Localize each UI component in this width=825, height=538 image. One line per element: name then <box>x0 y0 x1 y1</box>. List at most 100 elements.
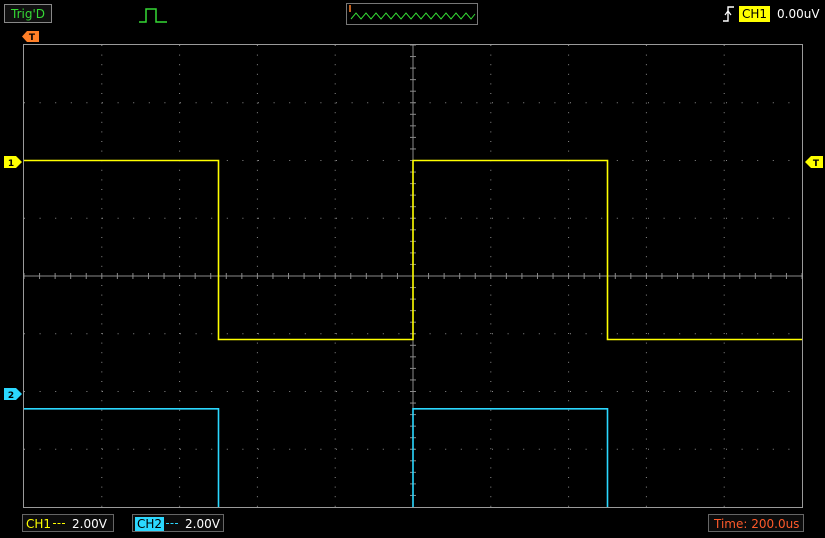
bottom-status-bar: CH1 2.00V CH2 2.00V Time: 200.0us <box>0 510 825 538</box>
grid-dot <box>351 391 353 392</box>
grid-dot <box>490 150 492 152</box>
grid-dot <box>256 256 258 258</box>
grid-dot <box>179 93 181 94</box>
grid-dot <box>645 477 647 478</box>
grid-dot <box>723 429 725 430</box>
grid-dot <box>334 304 336 306</box>
grid-dot <box>336 448 337 450</box>
grid-dot <box>101 189 103 190</box>
grid-dot <box>723 467 725 469</box>
grid-dot <box>507 217 509 219</box>
grid-dot <box>460 217 462 219</box>
grid-dot <box>117 333 119 335</box>
grid-dot <box>334 102 336 104</box>
grid-dot <box>568 150 570 152</box>
grid-dot <box>101 227 103 229</box>
memory-preview[interactable] <box>346 3 478 25</box>
grid-dot <box>179 448 181 450</box>
grid-dot <box>757 448 759 450</box>
grid-dot <box>570 391 571 392</box>
trigger-position-label: T <box>29 33 36 42</box>
grid-dot <box>645 265 647 267</box>
grid-dot <box>568 361 570 363</box>
grid-dot <box>242 391 244 392</box>
grid-dot <box>568 112 570 114</box>
scope-graticule <box>24 45 802 507</box>
timebase-readout[interactable]: Time: 200.0us <box>708 514 804 532</box>
grid-dot <box>242 102 244 104</box>
grid-dot <box>242 448 244 450</box>
grid-dot <box>645 227 647 229</box>
grid-dot <box>490 169 492 171</box>
grid-dot <box>179 73 181 75</box>
trigger-position-marker[interactable]: T <box>22 31 39 42</box>
grid-dot <box>102 448 103 450</box>
grid-dot <box>679 160 681 161</box>
grid-dot <box>242 217 244 219</box>
grid-dot <box>645 198 647 200</box>
grid-dot <box>757 391 759 392</box>
grid-dot <box>490 64 492 66</box>
grid-dot <box>490 371 492 373</box>
grid-dot <box>39 391 41 392</box>
ch2-ground-marker[interactable]: 2 <box>4 388 22 400</box>
grid-dot <box>710 102 712 104</box>
grid-dot <box>334 121 336 123</box>
grid-dot <box>523 217 525 219</box>
grid-dot <box>382 160 384 161</box>
grid-dot <box>101 304 103 306</box>
grid-dot <box>645 294 647 296</box>
grid-dot <box>179 294 181 296</box>
grid-dot <box>101 64 103 66</box>
ch2-scale-readout[interactable]: CH2 2.00V <box>132 514 224 532</box>
grid-dot <box>723 505 725 507</box>
grid-dot <box>507 102 509 104</box>
waveform-display[interactable] <box>23 44 803 508</box>
grid-dot <box>367 102 369 104</box>
grid-dot <box>723 227 725 229</box>
grid-dot <box>490 83 492 85</box>
grid-dot <box>568 141 570 142</box>
grid-dot <box>101 371 103 373</box>
grid-dot <box>101 381 103 382</box>
grid-dot <box>568 313 570 315</box>
grid-dot <box>568 323 570 325</box>
grid-dot <box>723 112 725 114</box>
grid-dot <box>723 141 725 142</box>
grid-dot <box>256 73 258 75</box>
grid-dot <box>256 457 258 459</box>
grid-dot <box>723 169 725 171</box>
grid-dot <box>490 131 492 133</box>
grid-dot <box>117 448 119 450</box>
ch1-scale-value: 2.00V <box>72 517 107 531</box>
grid-dot <box>256 179 258 181</box>
grid-dot <box>568 304 570 306</box>
grid-dot <box>645 457 647 459</box>
trigger-level-marker[interactable]: T <box>805 156 823 168</box>
grid-dot <box>289 448 291 450</box>
grid-dot <box>645 54 647 56</box>
grid-dot <box>490 54 492 56</box>
grid-dot <box>256 246 258 248</box>
grid-dot <box>256 313 258 315</box>
ch1-scale-readout[interactable]: CH1 2.00V <box>22 514 114 532</box>
ch1-ground-marker[interactable]: 1 <box>4 156 22 168</box>
grid-dot <box>723 208 725 210</box>
grid-dot <box>490 486 492 488</box>
grid-dot <box>195 217 197 219</box>
grid-dot <box>382 102 384 104</box>
grid-dot <box>645 429 647 430</box>
grid-dot <box>334 237 336 238</box>
grid-dot <box>101 45 103 46</box>
grid-dot <box>645 102 647 104</box>
grid-dot <box>304 217 306 219</box>
grid-dot <box>398 448 400 450</box>
grid-dot <box>256 150 258 152</box>
grid-dot <box>723 121 725 123</box>
grid-dot <box>788 391 790 392</box>
grid-dot <box>445 102 447 104</box>
grid-dot <box>398 217 400 219</box>
grid-dot <box>490 121 492 123</box>
grid-dot <box>86 448 88 450</box>
grid-dot <box>663 448 665 450</box>
